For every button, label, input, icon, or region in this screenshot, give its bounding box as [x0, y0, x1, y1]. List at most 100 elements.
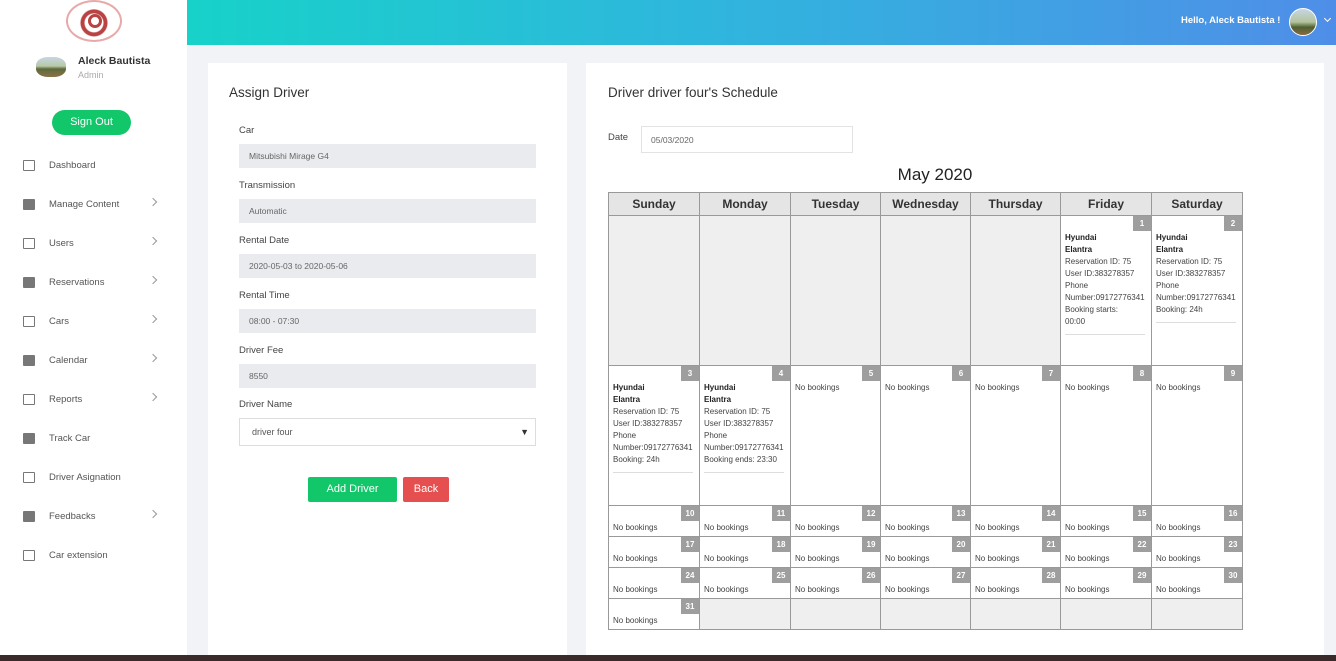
booking-line: Hyundai: [704, 383, 736, 392]
sidebar-item-feedbacks[interactable]: Feedbacks: [0, 497, 187, 536]
booking-line: Booking starts:: [1065, 305, 1118, 314]
day-cell[interactable]: 14 No bookings: [970, 505, 1061, 537]
profile: Aleck Bautista Admin: [36, 55, 186, 85]
day-cell[interactable]: 12 No bookings: [790, 505, 881, 537]
day-cell[interactable]: 16 No bookings: [1151, 505, 1243, 537]
car-field[interactable]: Mitsubishi Mirage G4: [239, 144, 536, 168]
day-cell[interactable]: 5 No bookings: [790, 365, 881, 506]
no-bookings-text: No bookings: [1065, 383, 1110, 392]
booking-line: Phone: [1156, 281, 1180, 290]
day-number: 5: [862, 366, 880, 381]
day-cell[interactable]: 10 No bookings: [608, 505, 700, 537]
day-cell[interactable]: 3 Hyundai Elantra Reservation ID: 75 User ID…: [608, 365, 700, 506]
add-driver-button[interactable]: Add Driver: [308, 477, 397, 502]
user-name: Aleck Bautista: [78, 55, 151, 67]
day-number: 29: [1133, 568, 1151, 583]
day-cell[interactable]: 26 No bookings: [790, 567, 881, 599]
sidebar-item-dashboard[interactable]: Dashboard: [0, 146, 187, 185]
no-bookings-text: No bookings: [885, 523, 930, 532]
no-bookings-text: No bookings: [1065, 523, 1110, 532]
sidebar-item-car-extension[interactable]: Car extension: [0, 536, 187, 575]
day-cell[interactable]: 7 No bookings: [970, 365, 1061, 506]
day-cell[interactable]: 11 No bookings: [699, 505, 791, 537]
day-cell[interactable]: 29 No bookings: [1060, 567, 1152, 599]
day-number: 30: [1224, 568, 1242, 583]
day-cell[interactable]: 25 No bookings: [699, 567, 791, 599]
day-cell[interactable]: 17 No bookings: [608, 536, 700, 568]
sidebar-item-manage-content[interactable]: Manage Content: [0, 185, 187, 224]
dropdown-arrow-icon: ▼: [520, 427, 529, 437]
car-icon: [23, 316, 35, 327]
driver-name-value: driver four: [252, 427, 293, 437]
booking-line: Number:09172776341: [613, 443, 693, 452]
rental-date-field[interactable]: 2020-05-03 to 2020-05-06: [239, 254, 536, 278]
booking-line: Elantra: [1156, 245, 1184, 254]
day-number: 6: [952, 366, 970, 381]
day-cell[interactable]: 27 No bookings: [880, 567, 971, 599]
day-cell[interactable]: 28 No bookings: [970, 567, 1061, 599]
sidebar-item-users[interactable]: Users: [0, 224, 187, 263]
booking-line: Booking ends: 23:30: [704, 455, 777, 464]
greeting: Hello, Aleck Bautista !: [1181, 15, 1281, 26]
chevron-right-icon: [148, 236, 158, 246]
driver-name-label: Driver Name: [239, 399, 293, 410]
no-bookings-text: No bookings: [613, 616, 658, 625]
transmission-field[interactable]: Automatic: [239, 199, 536, 223]
logo[interactable]: [66, 0, 122, 42]
assign-driver-card: Assign Driver Car Mitsubishi Mirage G4 T…: [208, 63, 567, 661]
sign-out-button[interactable]: Sign Out: [52, 110, 131, 135]
user-avatar[interactable]: [1289, 8, 1317, 36]
day-cell[interactable]: 24 No bookings: [608, 567, 700, 599]
day-cell[interactable]: 15 No bookings: [1060, 505, 1152, 537]
sidebar-item-track-car[interactable]: Track Car: [0, 419, 187, 458]
booking-divider: [613, 472, 693, 473]
day-cell[interactable]: 6 No bookings: [880, 365, 971, 506]
day-cell[interactable]: 23 No bookings: [1151, 536, 1243, 568]
empty-day-cell: [608, 215, 700, 366]
sidebar-item-cars[interactable]: Cars: [0, 302, 187, 341]
weekday-header: Wednesday: [880, 192, 971, 216]
day-cell[interactable]: 4 Hyundai Elantra Reservation ID: 75 User ID…: [699, 365, 791, 506]
no-bookings-text: No bookings: [885, 554, 930, 563]
day-cell[interactable]: 19 No bookings: [790, 536, 881, 568]
day-cell[interactable]: 2 Hyundai Elantra Reservation ID: 75 User ID…: [1151, 215, 1243, 366]
driver-name-select[interactable]: driver four ▼: [239, 418, 536, 446]
day-cell[interactable]: 8 No bookings: [1060, 365, 1152, 506]
map-icon: [23, 550, 35, 561]
no-bookings-text: No bookings: [1156, 585, 1201, 594]
day-number: 8: [1133, 366, 1151, 381]
day-number: 10: [681, 506, 699, 521]
sidebar-item-driver-asignation[interactable]: Driver Asignation: [0, 458, 187, 497]
day-cell[interactable]: 30 No bookings: [1151, 567, 1243, 599]
booking-line: Phone: [613, 431, 637, 440]
booking-line: Number:09172776341: [1156, 293, 1236, 302]
day-cell[interactable]: 18 No bookings: [699, 536, 791, 568]
booking-line: User ID:383278357: [1156, 269, 1226, 278]
rental-time-field[interactable]: 08:00 - 07:30: [239, 309, 536, 333]
day-cell[interactable]: 13 No bookings: [880, 505, 971, 537]
booking-line: User ID:383278357: [704, 419, 774, 428]
sidebar-item-reservations[interactable]: Reservations: [0, 263, 187, 302]
rental-date-label: Rental Date: [239, 235, 290, 246]
empty-day-cell: [880, 598, 971, 630]
day-cell[interactable]: 9 No bookings: [1151, 365, 1243, 506]
weekday-header: Saturday: [1151, 192, 1243, 216]
sidebar-item-calendar[interactable]: Calendar: [0, 341, 187, 380]
empty-day-cell: [970, 215, 1061, 366]
day-cell[interactable]: 1 Hyundai Elantra Reservation ID: 75 User ID…: [1060, 215, 1152, 366]
day-cell[interactable]: 22 No bookings: [1060, 536, 1152, 568]
empty-day-cell: [1060, 598, 1152, 630]
day-cell[interactable]: 21 No bookings: [970, 536, 1061, 568]
day-cell[interactable]: 20 No bookings: [880, 536, 971, 568]
back-button[interactable]: Back: [403, 477, 449, 502]
day-cell[interactable]: 31 No bookings: [608, 598, 700, 630]
calendar-icon: [23, 355, 35, 366]
no-bookings-text: No bookings: [613, 585, 658, 594]
chevron-right-icon: [148, 392, 158, 402]
chevron-down-icon[interactable]: [1323, 14, 1332, 23]
empty-day-cell: [790, 215, 881, 366]
driver-fee-field[interactable]: 8550: [239, 364, 536, 388]
bookmark-icon: [23, 277, 35, 288]
sidebar-item-reports[interactable]: Reports: [0, 380, 187, 419]
date-input[interactable]: 05/03/2020: [641, 126, 853, 153]
